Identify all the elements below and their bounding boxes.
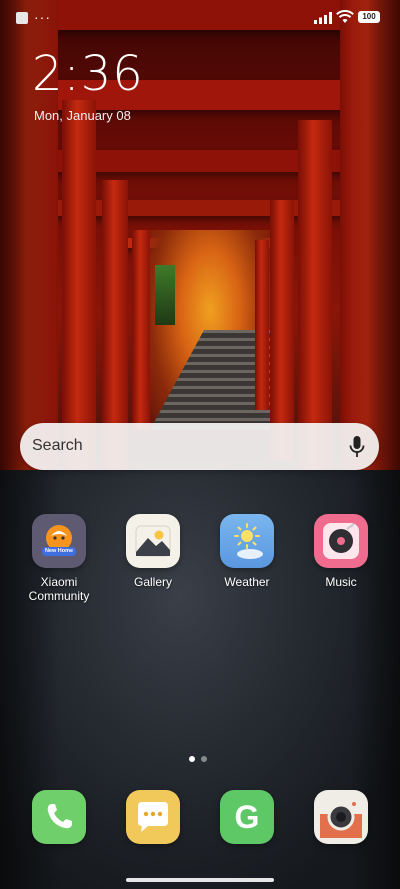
clock-date[interactable]: Mon, January 08 <box>34 108 131 123</box>
signal-icon <box>314 12 332 24</box>
weather-icon <box>220 514 274 568</box>
search-placeholder: Search <box>32 437 83 454</box>
g-app-icon: G <box>220 790 274 844</box>
g-app-glyph: G <box>234 799 260 835</box>
page-indicator[interactable] <box>189 756 211 762</box>
notification-square-icon <box>16 12 28 24</box>
page-dot-inactive[interactable] <box>201 756 207 762</box>
search-bar[interactable]: Search <box>20 423 379 470</box>
messages-icon <box>126 790 180 844</box>
dock-phone[interactable] <box>21 790 97 844</box>
app-label-weather: Weather <box>224 575 270 589</box>
status-bar: ··· 100 <box>0 0 400 36</box>
wifi-icon <box>336 10 354 23</box>
app-label-gallery: Gallery <box>133 575 172 589</box>
app-gallery[interactable]: Gallery <box>115 514 191 589</box>
phone-icon <box>32 790 86 844</box>
camera-icon <box>314 790 368 844</box>
page-dot-active[interactable] <box>189 756 195 762</box>
app-xiaomi-community[interactable]: New Home Xiaomi Community <box>21 514 97 603</box>
new-home-badge: New Home <box>44 548 74 554</box>
app-label-music: Music <box>325 575 357 589</box>
dock-g-app[interactable]: G <box>209 790 285 844</box>
gallery-icon <box>126 514 180 568</box>
music-icon <box>314 514 368 568</box>
dock-messages[interactable] <box>115 790 191 844</box>
xiaomi-community-icon: New Home <box>32 514 86 568</box>
dock-camera[interactable] <box>303 790 379 844</box>
app-weather[interactable]: Weather <box>209 514 285 589</box>
clock-time[interactable]: 2:36 <box>32 46 144 102</box>
app-music[interactable]: Music <box>303 514 379 589</box>
home-indicator[interactable] <box>126 878 274 882</box>
app-label-xiaomi-community: Xiaomi Community <box>28 575 90 603</box>
battery-icon: 100 <box>358 11 380 23</box>
microphone-icon[interactable] <box>349 435 365 459</box>
more-notifications-icon: ··· <box>34 9 51 25</box>
